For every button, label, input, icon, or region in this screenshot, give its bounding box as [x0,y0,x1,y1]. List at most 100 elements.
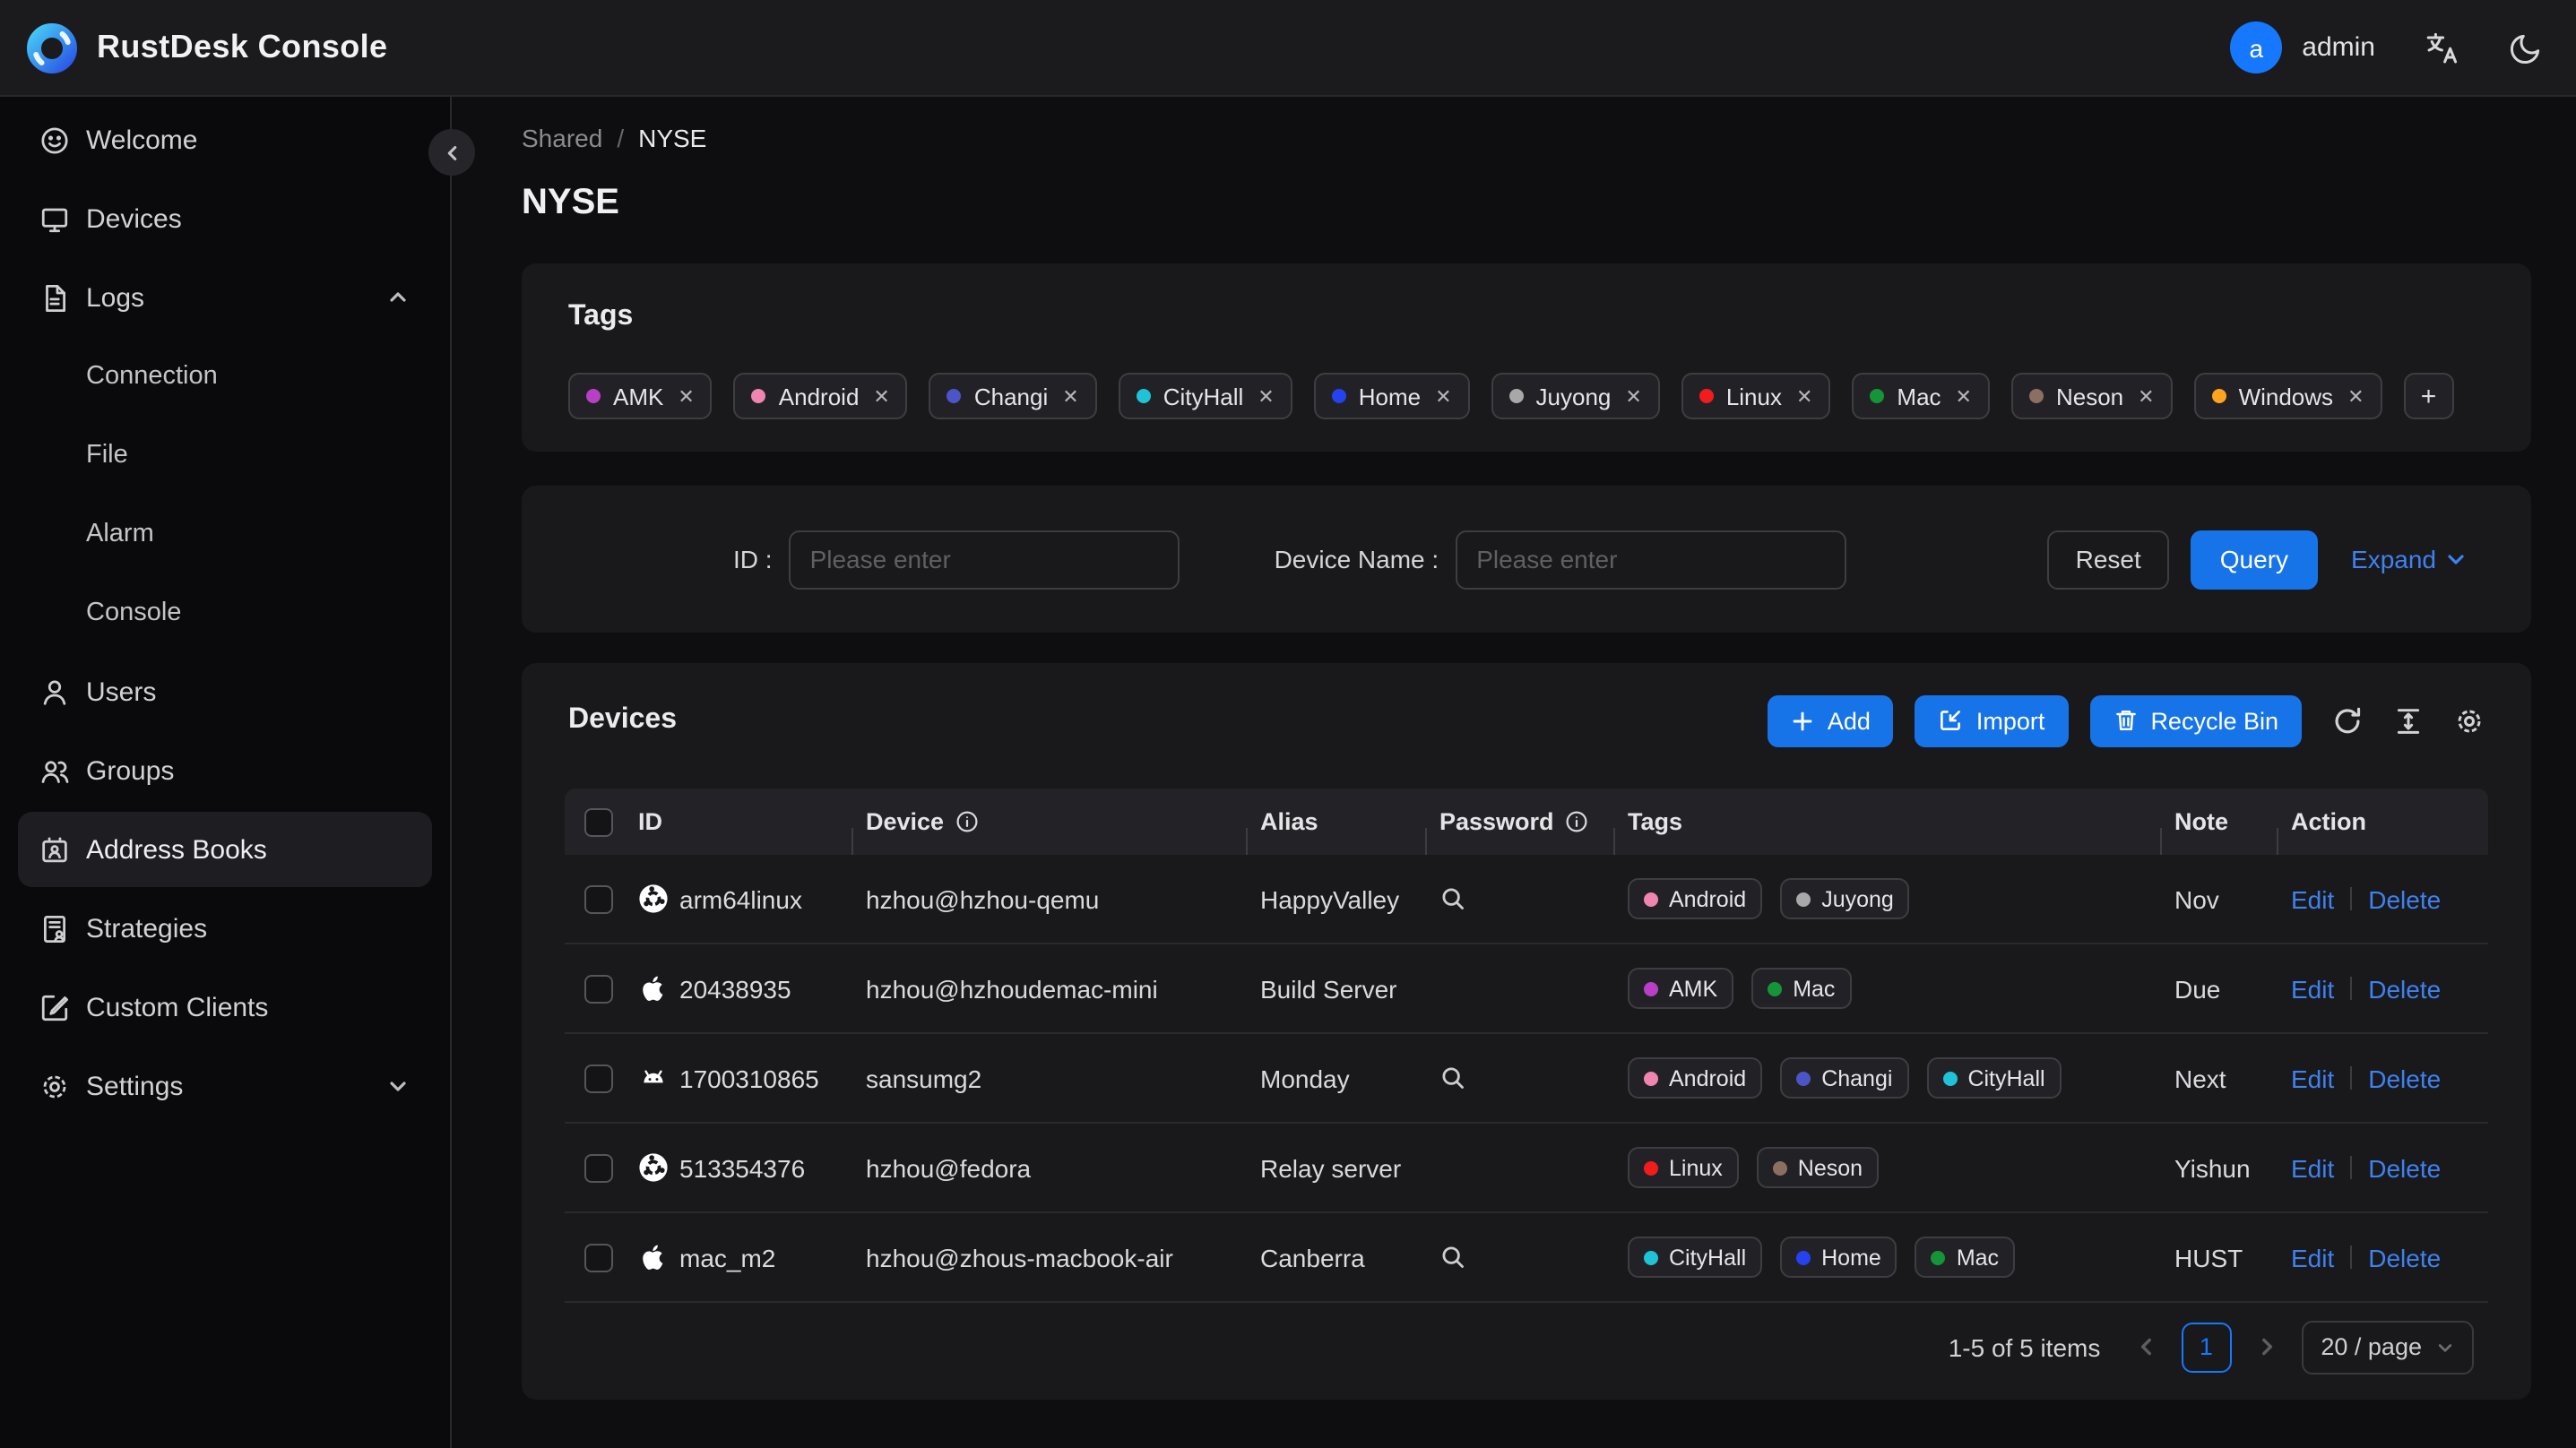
next-page-icon[interactable] [2254,1335,2278,1358]
query-button[interactable]: Query [2191,530,2318,589]
breadcrumb-shared[interactable]: Shared [522,124,602,152]
row-checkbox[interactable] [584,1243,613,1271]
sidebar-item-devices[interactable]: Devices [18,181,432,256]
tag-color-dot [1136,389,1151,403]
delete-link[interactable]: Delete [2368,1064,2441,1092]
page-size-select[interactable]: 20 / page [2301,1320,2474,1374]
sidebar-item-welcome[interactable]: Welcome [18,102,432,177]
tag-chip: Mac ✕ [1852,373,1990,419]
expand-link[interactable]: Expand [2351,545,2467,573]
password-search-icon[interactable] [1439,885,1466,912]
device-name: hzhou@hzhoudemac-mini [866,974,1158,1003]
delete-link[interactable]: Delete [2368,1243,2441,1271]
add-label: Add [1827,707,1871,734]
remove-tag-icon[interactable]: ✕ [2138,384,2154,408]
sidebar-label: Settings [86,1071,184,1101]
tag-chip: Neson [1756,1147,1880,1188]
sidebar-item-console[interactable]: Console [18,575,432,651]
sidebar-item-logs[interactable]: Logs [18,260,432,335]
device-alias: Monday [1260,1064,1350,1092]
edit-link[interactable]: Edit [2291,1153,2334,1182]
remove-tag-icon[interactable]: ✕ [678,384,694,408]
edit-link[interactable]: Edit [2291,1243,2334,1271]
device-alias: HappyValley [1260,884,1400,913]
column-header-note: Note [2160,808,2277,855]
tag-color-dot [1331,389,1346,403]
sidebar-item-strategies[interactable]: Strategies [18,891,432,966]
sidebar-item-users[interactable]: Users [18,654,432,729]
row-id-cell: 513354376 [624,1152,851,1183]
user-menu[interactable]: a admin [2230,22,2375,73]
devices-toolbar: Add Import Recycle Bin [1768,694,2485,746]
remove-tag-icon[interactable]: ✕ [873,384,889,408]
page-1-button[interactable]: 1 [2181,1322,2232,1372]
refresh-icon[interactable] [2332,705,2363,736]
delete-link[interactable]: Delete [2368,884,2441,913]
contact-book-icon [39,834,70,865]
import-button[interactable]: Import [1915,694,2069,746]
row-select-cell [565,1153,624,1182]
row-password-cell [1425,1244,1613,1271]
row-tags-cell: Android Changi CityHall [1613,1057,2160,1099]
tag-label: Neson [2055,383,2124,409]
password-search-icon[interactable] [1439,1064,1466,1091]
page-title: NYSE [522,183,619,222]
remove-tag-icon[interactable]: ✕ [1796,384,1812,408]
sidebar-item-groups[interactable]: Groups [18,733,432,808]
delete-link[interactable]: Delete [2368,1153,2441,1182]
row-checkbox[interactable] [584,974,613,1003]
breadcrumb-separator: / [617,124,625,152]
delete-link[interactable]: Delete [2368,974,2441,1003]
table-settings-gear-icon[interactable] [2454,705,2485,736]
add-tag-button[interactable]: + [2403,373,2454,419]
info-icon[interactable] [955,810,978,833]
remove-tag-icon[interactable]: ✕ [1625,384,1641,408]
tag-chip: Juyong [1780,878,1910,919]
remove-tag-icon[interactable]: ✕ [1435,384,1451,408]
sidebar-item-connection[interactable]: Connection [18,339,432,414]
edit-link[interactable]: Edit [2291,1064,2334,1092]
tag-chip: Linux ✕ [1681,373,1831,419]
remove-tag-icon[interactable]: ✕ [1062,384,1078,408]
select-all-checkbox[interactable] [584,807,613,836]
tag-chip: Windows ✕ [2193,373,2382,419]
sidebar-item-alarm[interactable]: Alarm [18,496,432,572]
dark-mode-moon-icon[interactable] [2508,30,2544,65]
row-checkbox[interactable] [584,884,613,913]
tag-chip: Juyong ✕ [1491,373,1660,419]
id-filter-input[interactable] [788,530,1180,589]
reset-button[interactable]: Reset [2046,530,2170,589]
column-height-icon[interactable] [2393,705,2424,736]
row-checkbox[interactable] [584,1064,613,1092]
remove-tag-icon[interactable]: ✕ [1956,384,1972,408]
filter-card: ID : Device Name : Reset Query Expand [522,486,2531,633]
sidebar-item-settings[interactable]: Settings [18,1048,432,1124]
remove-tag-icon[interactable]: ✕ [1258,384,1274,408]
sidebar-label: File [86,441,128,470]
prev-page-icon[interactable] [2134,1335,2157,1358]
tag-color-dot [1796,1250,1811,1264]
row-tags-cell: CityHall Home Mac [1613,1237,2160,1278]
add-device-button[interactable]: Add [1768,694,1894,746]
column-header-id: ID [638,808,662,835]
tag-color-dot [1699,389,1714,403]
row-checkbox[interactable] [584,1153,613,1182]
device-name-filter-input[interactable] [1455,530,1846,589]
info-icon[interactable] [1565,810,1588,833]
recycle-bin-button[interactable]: Recycle Bin [2089,694,2302,746]
table-row: arm64linux hzhou@hzhou-qemu HappyValley And… [565,855,2488,944]
edit-link[interactable]: Edit [2291,974,2334,1003]
password-search-icon[interactable] [1439,1244,1466,1271]
row-select-cell [565,1064,624,1092]
remove-tag-icon[interactable]: ✕ [2347,384,2364,408]
language-translate-icon[interactable] [2424,30,2459,65]
ubuntu-os-icon [638,883,669,914]
sidebar-item-custom-clients[interactable]: Custom Clients [18,970,432,1045]
edit-link[interactable]: Edit [2291,884,2334,913]
sidebar-item-file[interactable]: File [18,418,432,493]
column-header-alias: Alias [1246,808,1425,855]
tag-color-dot [1644,981,1658,996]
sidebar-item-address-books[interactable]: Address Books [18,812,432,887]
sidebar-collapse-button[interactable] [428,129,475,176]
plus-icon [1794,711,1813,730]
